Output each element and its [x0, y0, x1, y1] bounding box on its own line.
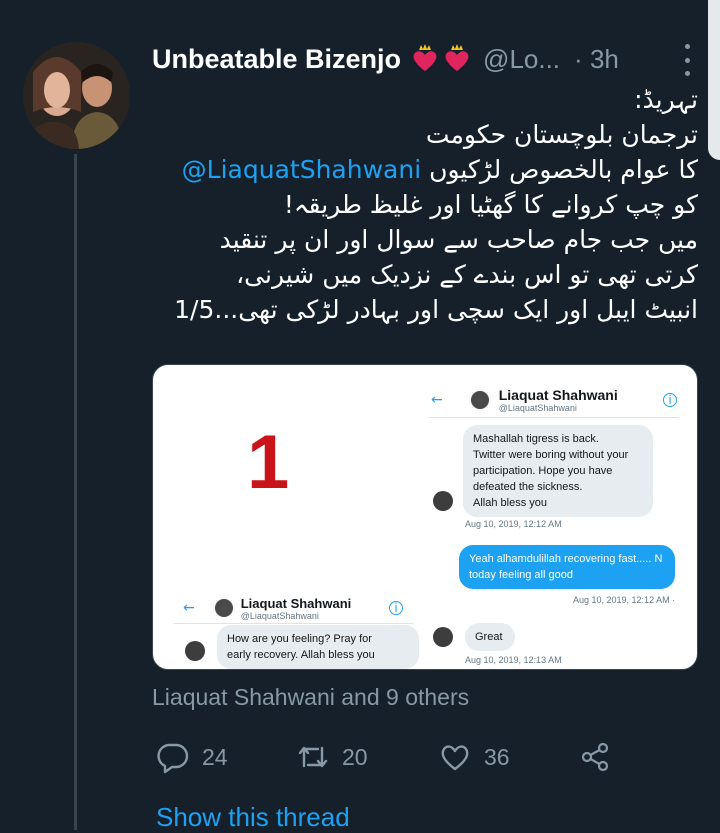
timestamp[interactable]: · 3h	[574, 44, 619, 75]
tweet-line: تہریڈ:	[634, 85, 698, 114]
thread-line	[74, 154, 77, 830]
display-name[interactable]: Unbeatable Bizenjo	[152, 44, 401, 75]
retweet-count: 20	[342, 743, 368, 770]
tweet-line: کا عوام بالخصوص لڑکیوں	[429, 155, 698, 184]
share-button[interactable]	[578, 740, 612, 774]
dm-timestamp: Aug 10, 2019, 12:13 AM	[465, 655, 562, 665]
tweet-header: Unbeatable Bizenjo @Lo... · 3h	[152, 40, 700, 78]
reply-count: 24	[202, 743, 228, 770]
retweet-button[interactable]: 20	[296, 740, 368, 774]
heart-crown-icon	[413, 44, 437, 71]
dm-avatar	[214, 599, 233, 617]
reply-button[interactable]: 24	[156, 740, 228, 774]
dm-title: Liaquat Shahwani	[498, 387, 618, 403]
back-arrow-icon: ←	[183, 600, 195, 616]
show-thread-link[interactable]: Show this thread	[156, 802, 350, 833]
heart-crown-icons	[409, 43, 473, 75]
info-icon: i	[389, 601, 403, 615]
handle[interactable]: @Lo...	[483, 44, 560, 75]
heart-crown-icon	[445, 44, 469, 71]
dm-header-bottom: ← Liaquat Shahwani @LiaquatShahwani i	[173, 593, 413, 624]
like-icon	[441, 745, 469, 771]
retweet-icon	[298, 746, 328, 768]
dm-message-incoming: How are you feeling? Pray for early reco…	[217, 625, 419, 669]
like-button[interactable]: 36	[438, 740, 510, 774]
time-value: 3h	[589, 43, 619, 74]
dm-timestamp: Aug 10, 2019, 12:12 AM ·	[573, 595, 676, 605]
more-vertical-icon[interactable]	[682, 44, 692, 76]
dm-avatar	[470, 391, 489, 409]
tweet-text: تہریڈ: ترجمان بلوچستان حکومت کا عوام بال…	[150, 82, 698, 327]
share-icon	[581, 742, 609, 772]
tweet-line: کرتی تھی تو اس بندے کے نزدیک میں شیرنی،	[236, 260, 698, 289]
dm-timestamp: Aug 10, 2019, 12:12 AM	[465, 519, 562, 529]
dm-avatar-small	[433, 627, 453, 647]
avatar[interactable]	[23, 42, 130, 149]
tweet-line: کو چپ کروانے کا گھٹیا اور غلیظ طریقہ!	[283, 190, 698, 219]
info-icon: i	[663, 393, 677, 407]
dm-header-top: ← Liaquat Shahwani @LiaquatShahwani i	[429, 383, 679, 418]
dm-subtitle: @LiaquatShahwani	[240, 610, 319, 621]
tweet-media-image[interactable]: 1 ← Liaquat Shahwani @LiaquatShahwani i …	[152, 364, 698, 670]
tweet-line: انبیٹ ایبل اور ایک سچی اور بہادر لڑکی تھ…	[174, 295, 698, 324]
time-separator: ·	[574, 43, 583, 74]
dm-title: Liaquat Shahwani	[240, 595, 352, 611]
social-context[interactable]: Liaquat Shahwani and 9 others	[152, 684, 469, 711]
dm-avatar-small	[433, 491, 453, 511]
tweet-actions: 24 20 36	[152, 740, 622, 784]
dm-message-incoming: Mashallah tigress is back. Twitter were …	[463, 425, 653, 517]
tweet-line-with-mention: کا عوام بالخصوص لڑکیوں @LiaquatShahwani	[150, 152, 698, 187]
reply-icon	[157, 743, 189, 774]
dm-subtitle: @LiaquatShahwani	[498, 403, 577, 413]
dm-message-incoming: Great	[465, 623, 515, 651]
dm-message-outgoing: Yeah alhamdulillah recovering fast..... …	[459, 545, 675, 589]
image-number: 1	[247, 420, 290, 505]
mention-link[interactable]: @LiaquatShahwani	[182, 155, 421, 184]
scrollbar[interactable]	[708, 0, 720, 160]
back-arrow-icon: ←	[431, 392, 443, 408]
tweet-line: میں جب جام صاحب سے سوال اور ان پر تنقید	[219, 225, 698, 254]
tweet-line: ترجمان بلوچستان حکومت	[425, 120, 698, 149]
like-count: 36	[484, 743, 510, 770]
dm-avatar-small	[185, 641, 205, 661]
